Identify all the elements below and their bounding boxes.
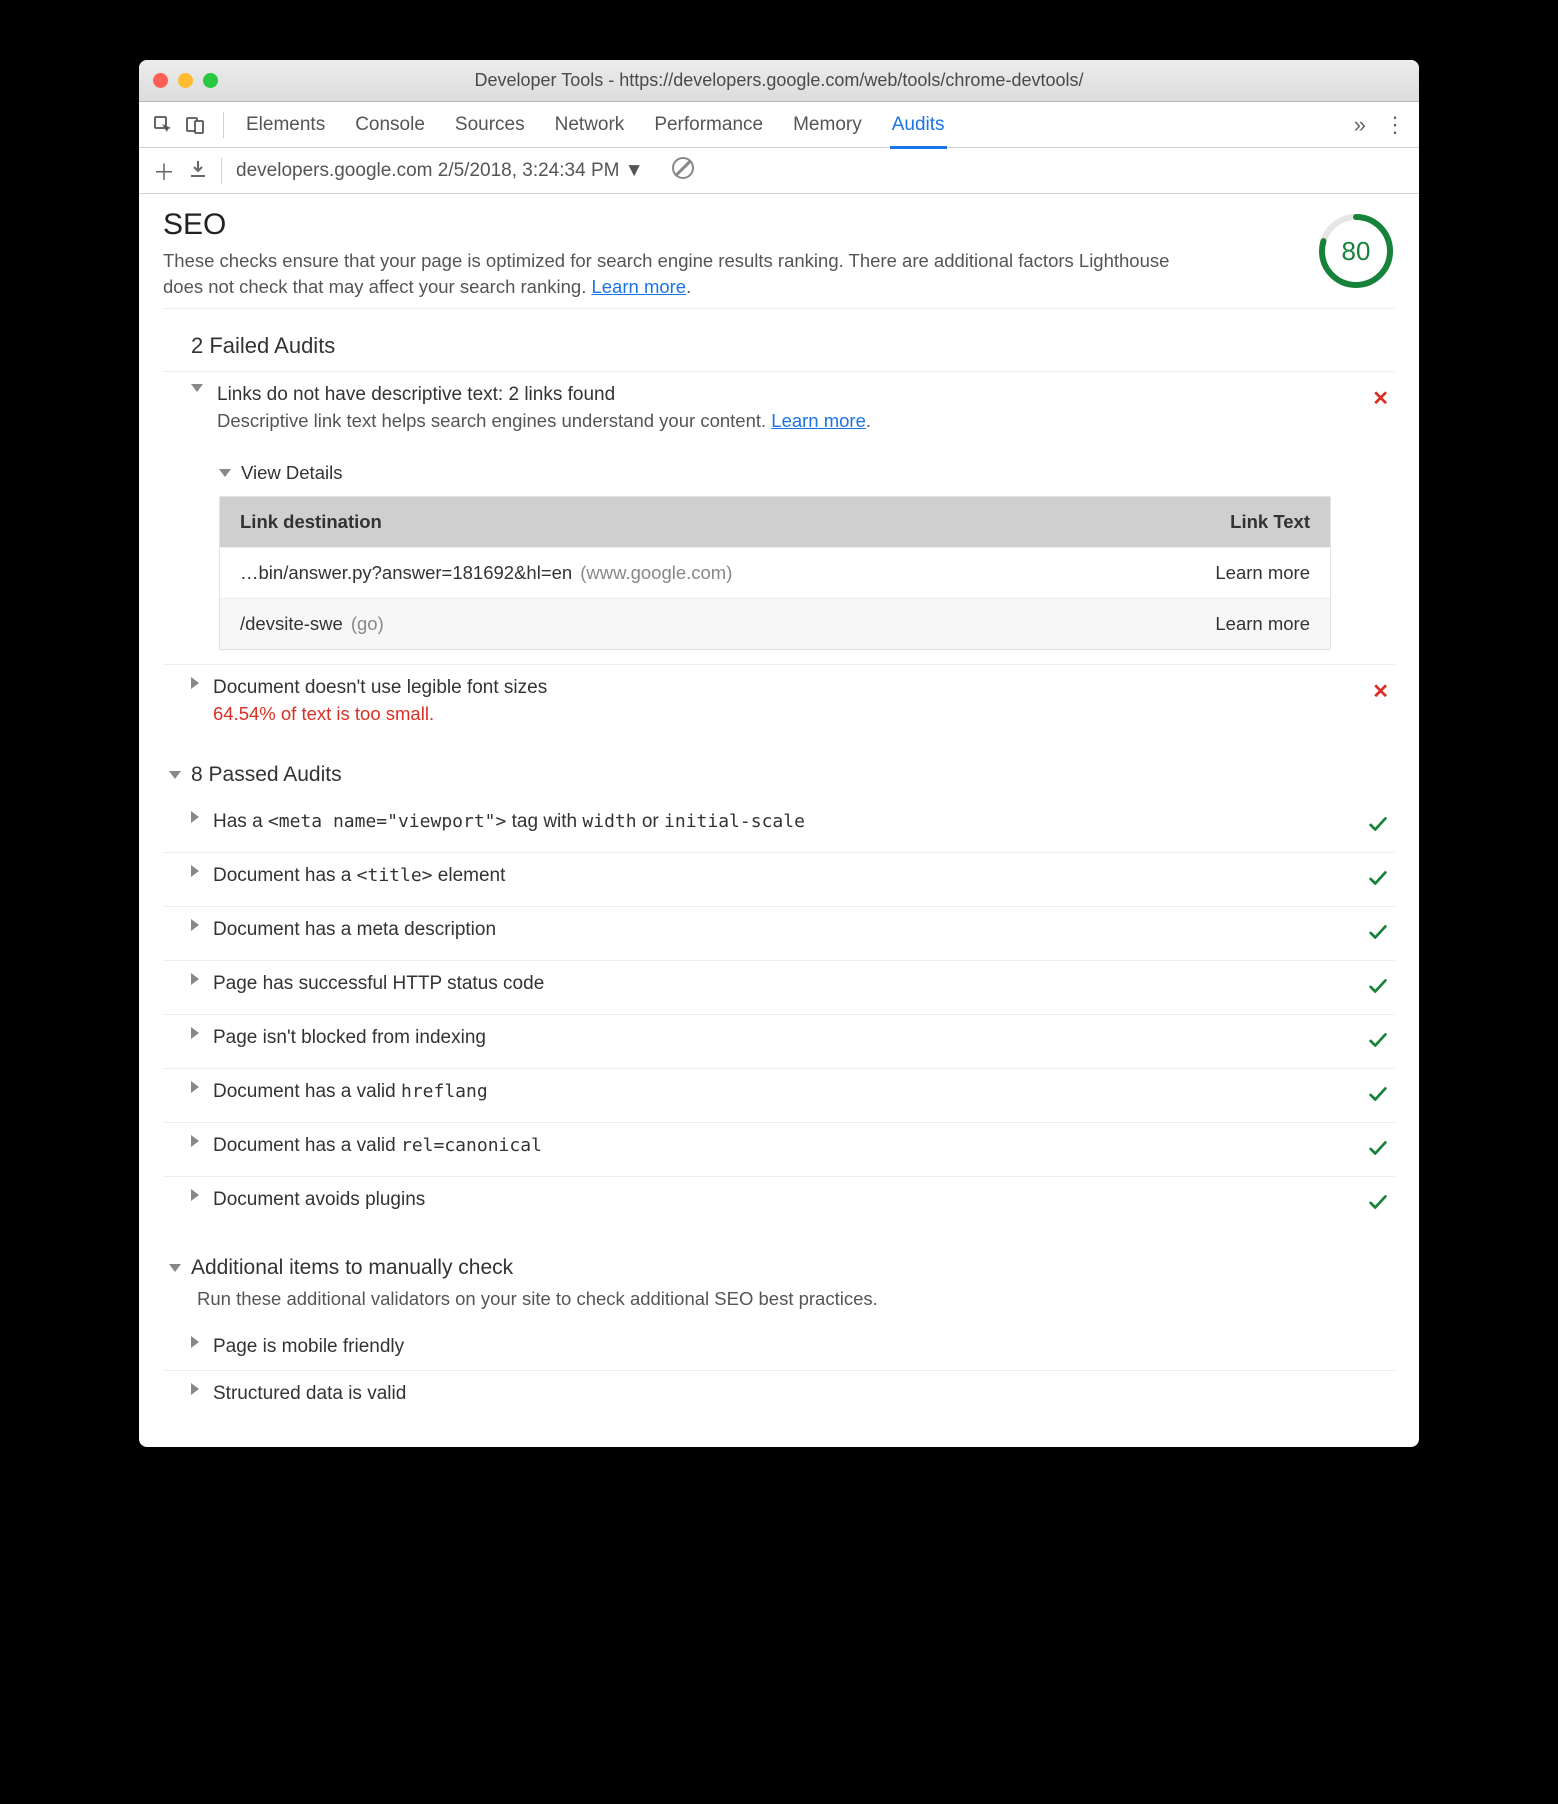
pass-icon [1367,1083,1389,1110]
device-toggle-icon[interactable] [183,113,207,137]
expand-toggle-icon[interactable] [191,677,199,689]
expand-toggle-icon[interactable] [191,811,199,823]
category-title: SEO [163,208,1183,242]
score-value: 80 [1317,212,1395,290]
audit-passed[interactable]: Document has a valid rel=canonical [163,1122,1395,1176]
audit-manual[interactable]: Page is mobile friendly [163,1324,1395,1370]
zoom-button[interactable] [203,73,218,88]
tab-performance[interactable]: Performance [652,104,765,146]
audit-title: Structured data is valid [213,1383,1389,1405]
subbar-divider [221,158,222,184]
expand-toggle-icon [169,1264,181,1272]
pass-icon [1367,867,1389,894]
audit-title: Page has successful HTTP status code [213,973,1353,995]
audit-title: Page is mobile friendly [213,1336,1389,1358]
passed-audits-heading[interactable]: 8 Passed Audits [163,763,1395,787]
expand-toggle-icon[interactable] [191,384,203,392]
devtools-toolbar: Elements Console Sources Network Perform… [139,102,1419,148]
minimize-button[interactable] [178,73,193,88]
audit-passed[interactable]: Page isn't blocked from indexing [163,1014,1395,1068]
audit-passed[interactable]: Document has a <title> element [163,852,1395,906]
view-details-toggle[interactable]: View Details [219,462,1395,484]
more-tabs-icon[interactable]: » [1354,112,1366,138]
audits-content: SEO These checks ensure that your page i… [139,194,1419,1447]
audit-font-sizes[interactable]: Document doesn't use legible font sizes … [163,664,1395,737]
tab-sources[interactable]: Sources [453,104,527,146]
pass-icon [1367,1137,1389,1164]
audits-subbar: ＋ developers.google.com 2/5/2018, 3:24:3… [139,148,1419,194]
table-row: …bin/answer.py?answer=181692&hl=en(www.g… [220,547,1330,598]
audit-learn-more-link[interactable]: Learn more [771,410,866,431]
manual-checks-description: Run these additional validators on your … [197,1288,1395,1310]
pass-icon [1367,1191,1389,1218]
audit-warning: 64.54% of text is too small. [213,703,1358,725]
audit-title: Document has a <title> element [213,865,1353,887]
expand-toggle-icon[interactable] [191,1189,199,1201]
tab-console[interactable]: Console [353,104,427,146]
audit-title: Document avoids plugins [213,1189,1353,1211]
failed-audits-heading[interactable]: 2 Failed Audits [185,333,1395,359]
expand-toggle-icon[interactable] [191,865,199,877]
settings-menu-icon[interactable]: ⋮ [1384,112,1407,138]
audit-title: Links do not have descriptive text: 2 li… [217,384,1358,406]
audit-title: Document has a valid rel=canonical [213,1135,1353,1157]
audit-passed[interactable]: Document has a meta description [163,906,1395,960]
fail-icon: ✕ [1372,679,1389,704]
category-description: These checks ensure that your page is op… [163,248,1183,300]
expand-toggle-icon[interactable] [191,1081,199,1093]
close-button[interactable] [153,73,168,88]
expand-toggle-icon[interactable] [191,1027,199,1039]
audit-passed[interactable]: Document avoids plugins [163,1176,1395,1230]
traffic-lights [153,73,218,88]
seo-header: SEO These checks ensure that your page i… [163,208,1395,309]
link-details-table: Link destination Link Text …bin/answer.p… [219,496,1331,650]
audit-title: Page isn't blocked from indexing [213,1027,1353,1049]
pass-icon [1367,1029,1389,1056]
table-header: Link destination Link Text [220,497,1330,547]
audit-subtitle: Descriptive link text helps search engin… [217,410,1358,432]
audit-links-not-descriptive[interactable]: Links do not have descriptive text: 2 li… [163,371,1395,444]
expand-toggle-icon[interactable] [191,1135,199,1147]
fail-icon: ✕ [1372,386,1389,411]
pass-icon [1367,813,1389,840]
seo-learn-more-link[interactable]: Learn more [591,276,686,297]
audit-title: Document doesn't use legible font sizes [213,677,1358,699]
audit-passed[interactable]: Document has a valid hreflang [163,1068,1395,1122]
titlebar[interactable]: Developer Tools - https://developers.goo… [139,60,1419,102]
download-report-icon[interactable] [189,158,207,184]
audit-title: Document has a valid hreflang [213,1081,1353,1103]
tab-elements[interactable]: Elements [244,104,327,146]
expand-toggle-icon [219,469,231,477]
audit-passed[interactable]: Has a <meta name="viewport"> tag with wi… [163,799,1395,852]
expand-toggle-icon[interactable] [191,973,199,985]
score-gauge: 80 [1317,212,1395,290]
table-row: /devsite-swe(go) Learn more [220,598,1330,649]
new-audit-icon[interactable]: ＋ [153,155,175,187]
toolbar-divider [223,112,224,138]
panel-tabs: Elements Console Sources Network Perform… [244,104,947,146]
audit-passed[interactable]: Page has successful HTTP status code [163,960,1395,1014]
tab-memory[interactable]: Memory [791,104,864,146]
clear-icon[interactable] [672,157,694,185]
expand-toggle-icon[interactable] [191,1336,199,1348]
audit-run-selector[interactable]: developers.google.com 2/5/2018, 3:24:34 … [236,160,644,182]
pass-icon [1367,921,1389,948]
manual-checks-heading[interactable]: Additional items to manually check [163,1256,1395,1280]
devtools-window: Developer Tools - https://developers.goo… [139,60,1419,1447]
col-link-destination: Link destination [240,511,1150,533]
window-title: Developer Tools - https://developers.goo… [139,70,1419,91]
inspect-element-icon[interactable] [151,113,175,137]
expand-toggle-icon[interactable] [191,919,199,931]
audit-title: Document has a meta description [213,919,1353,941]
audit-title: Has a <meta name="viewport"> tag with wi… [213,811,1353,833]
expand-toggle-icon [169,771,181,779]
tab-network[interactable]: Network [553,104,627,146]
expand-toggle-icon[interactable] [191,1383,199,1395]
audit-manual[interactable]: Structured data is valid [163,1370,1395,1417]
tab-audits[interactable]: Audits [890,104,947,149]
col-link-text: Link Text [1150,511,1310,533]
pass-icon [1367,975,1389,1002]
